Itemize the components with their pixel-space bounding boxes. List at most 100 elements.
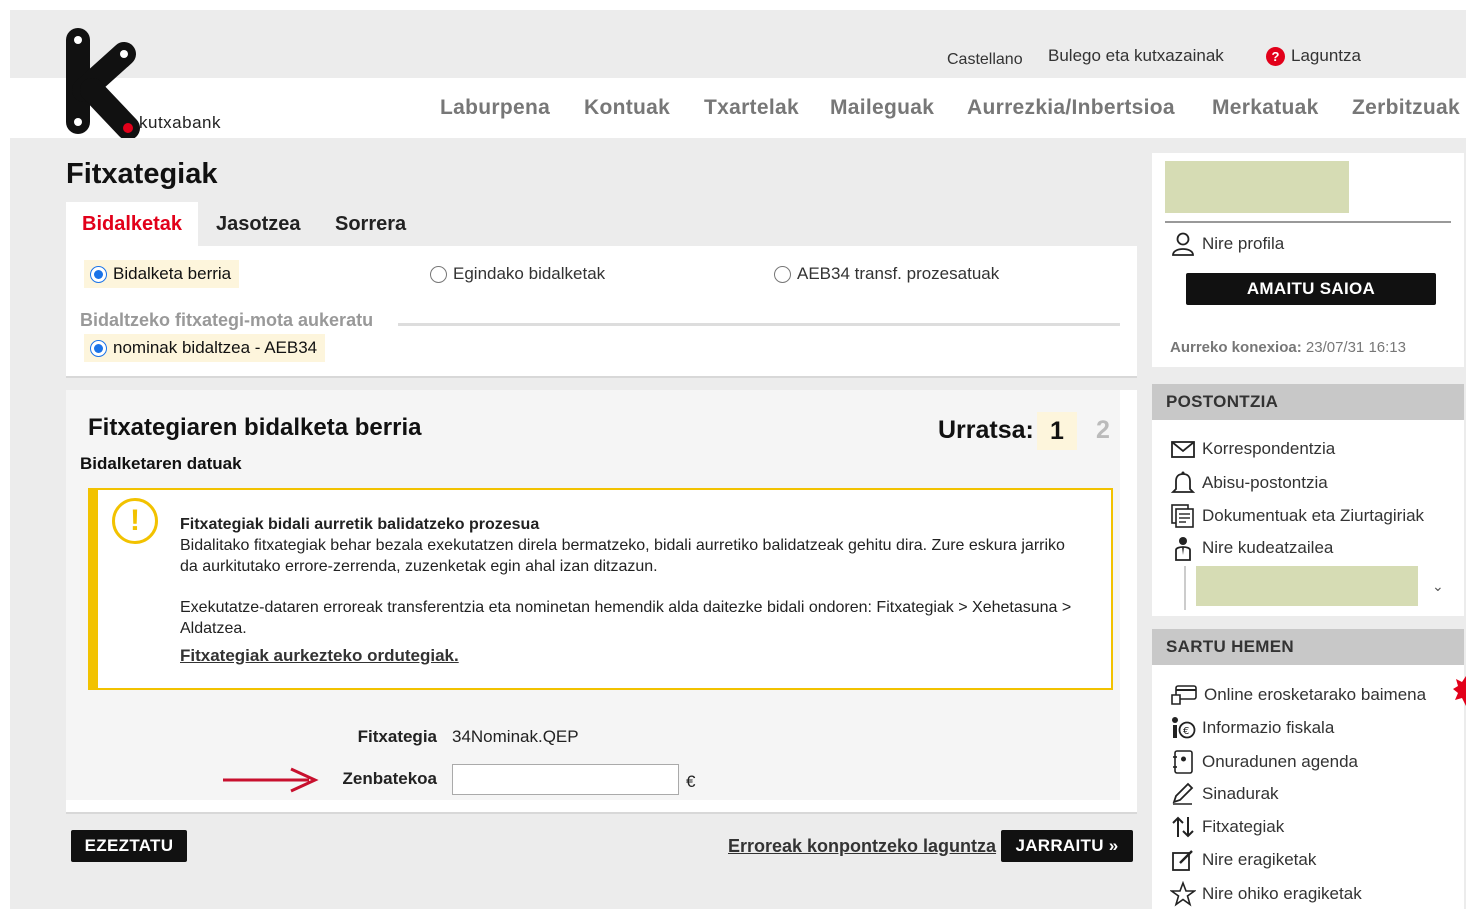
bell-icon <box>1170 471 1196 493</box>
nav-zerbitzuak[interactable]: Zerbitzuak <box>1352 96 1460 120</box>
my-operations-label: Nire eragiketak <box>1202 850 1317 869</box>
nav-merkatuak[interactable]: Merkatuak <box>1212 96 1319 120</box>
frequent-operations-label: Nire ohiko eragiketak <box>1202 884 1362 903</box>
correspondence-link[interactable]: Korrespondentzia <box>1170 438 1335 460</box>
online-shopping-label: Online erosketarako baimena <box>1204 685 1427 704</box>
my-operations-link[interactable]: Nire eragiketak <box>1170 848 1316 872</box>
file-label: Fitxategia <box>357 727 437 746</box>
radio-file-type-aeb34[interactable]: nominak bidaltzea - AEB34 <box>84 334 326 362</box>
send-options-panel: Bidalketa berria Egindako bidalketak AEB… <box>66 246 1137 378</box>
amount-input[interactable] <box>452 764 679 795</box>
enter-here-box: Online erosketarako baimena € Informazio… <box>1152 665 1464 909</box>
currency-symbol: € <box>686 772 696 791</box>
documents-icon <box>1171 504 1194 528</box>
page-title: Fitxategiak <box>66 158 218 190</box>
radio-aeb34-processed[interactable]: AEB34 transf. prozesatuak <box>774 264 999 284</box>
panel-inner: Fitxategiaren bidalketa berria Bidalketa… <box>66 390 1120 800</box>
user-icon <box>1172 232 1194 256</box>
my-profile-link[interactable]: Nire profila <box>1170 231 1284 257</box>
cancel-button[interactable]: EZEZTATU <box>71 830 187 862</box>
enter-here-header: SARTU HEMEN <box>1152 629 1464 665</box>
warning-text-1: Bidalitako fitxategiak behar bezala exek… <box>180 537 1065 575</box>
warning-text-2: Exekutatze-dataren erroreak transferentz… <box>180 599 1072 637</box>
new-badge-icon <box>1453 676 1466 706</box>
profile-box: Nire profila AMAITU SAIOA Aurreko konexi… <box>1152 153 1464 367</box>
amount-label: Zenbatekoa <box>342 769 437 788</box>
transfer-arrows-icon <box>1172 816 1194 838</box>
alerts-mailbox-link[interactable]: Abisu-postontzia <box>1170 470 1328 496</box>
pen-icon <box>1172 782 1194 805</box>
validation-warning-box: ! Fitxategiak bidali aurretik balidatzek… <box>88 488 1113 690</box>
beneficiaries-label: Onuradunen agenda <box>1202 752 1358 771</box>
step-label: Urratsa: <box>938 416 1034 444</box>
divider <box>1184 566 1186 610</box>
tax-info-link[interactable]: € Informazio fiskala <box>1170 716 1334 740</box>
form-title: Fitxategiaren bidalketa berria <box>88 414 422 441</box>
last-connection-label: Aurreko konexioa: <box>1170 339 1302 356</box>
language-link[interactable]: Castellano <box>947 51 1023 69</box>
arrow-right-icon <box>223 767 319 793</box>
star-icon <box>1170 881 1196 907</box>
my-manager-label: Nire kudeatzailea <box>1202 538 1334 557</box>
nav-laburpena[interactable]: Laburpena <box>440 96 550 120</box>
svg-text:€: € <box>1183 726 1189 737</box>
error-help-link[interactable]: Erroreak konpontzeko laguntza <box>728 836 996 857</box>
alerts-mailbox-label: Abisu-postontzia <box>1202 473 1328 492</box>
radio-sent-items[interactable]: Egindako bidalketak <box>430 264 605 284</box>
tax-info-icon: € <box>1172 717 1196 739</box>
form-subtitle: Bidalketaren datuak <box>80 454 242 473</box>
offices-link[interactable]: Bulego eta kutxazainak <box>1048 46 1224 66</box>
documents-link[interactable]: Dokumentuak eta Ziurtagiriak <box>1170 503 1424 529</box>
online-shopping-link[interactable]: Online erosketarako baimena <box>1170 683 1426 707</box>
last-connection-value: 23/07/31 16:13 <box>1305 339 1406 356</box>
step-next: 2 <box>1096 416 1110 444</box>
envelope-icon <box>1171 441 1195 458</box>
help-label: Laguntza <box>1291 46 1361 65</box>
tab-sorrera[interactable]: Sorrera <box>335 202 406 246</box>
signatures-label: Sinadurak <box>1202 784 1279 803</box>
documents-label: Dokumentuak eta Ziurtagiriak <box>1202 506 1425 525</box>
help-icon: ? <box>1266 46 1285 66</box>
correspondence-label: Korrespondentzia <box>1202 439 1336 458</box>
nav-maileguak[interactable]: Maileguak <box>830 96 934 120</box>
files-link[interactable]: Fitxategiak <box>1170 815 1284 839</box>
mailbox-box: Korrespondentzia Abisu-postontzia Dokume… <box>1152 420 1464 616</box>
files-label: Fitxategiak <box>1202 817 1285 836</box>
signatures-link[interactable]: Sinadurak <box>1170 782 1279 806</box>
nav-kontuak[interactable]: Kontuak <box>584 96 670 120</box>
radio-label: Bidalketa berria <box>113 264 232 283</box>
tab-jasotzea[interactable]: Jasotzea <box>216 202 301 246</box>
schedule-link[interactable]: Fitxategiak aurkezteko ordutegiak. <box>180 645 1085 666</box>
tab-bidalketak[interactable]: Bidalketak <box>66 202 199 246</box>
address-book-icon <box>1173 750 1193 774</box>
nav-aurrezkia[interactable]: Aurrezkia/Inbertsioa <box>967 96 1175 120</box>
radio-dot <box>430 265 447 283</box>
continue-button[interactable]: JARRAITU » <box>1001 830 1133 862</box>
chevron-down-icon[interactable]: ⌄ <box>1432 578 1444 595</box>
beneficiaries-link[interactable]: Onuradunen agenda <box>1170 749 1358 775</box>
tax-info-label: Informazio fiskala <box>1202 718 1335 737</box>
logout-button[interactable]: AMAITU SAIOA <box>1186 273 1436 305</box>
brand-name: kutxabank <box>139 113 221 132</box>
card-icon <box>1171 685 1197 705</box>
mailbox-header: POSTONTZIA <box>1152 384 1464 420</box>
file-type-label: Bidaltzeko fitxategi-mota aukeratu <box>80 310 374 330</box>
divider <box>398 323 1120 326</box>
warning-title: Fitxategiak bidali aurretik balidatzeko … <box>180 516 540 533</box>
my-manager-link[interactable]: Nire kudeatzailea <box>1170 535 1333 561</box>
warning-icon: ! <box>112 498 158 544</box>
new-send-panel: Fitxategiaren bidalketa berria Bidalketa… <box>66 390 1137 814</box>
edit-icon <box>1172 850 1193 871</box>
radio-dot <box>774 265 791 283</box>
redacted-manager-name <box>1196 566 1418 606</box>
radio-new-send[interactable]: Bidalketa berria <box>84 260 240 288</box>
last-connection: Aurreko konexioa: 23/07/31 16:13 <box>1170 339 1406 356</box>
step-current: 1 <box>1037 412 1077 450</box>
nav-txartelak[interactable]: Txartelak <box>704 96 799 120</box>
radio-label: AEB34 transf. prozesatuak <box>797 264 1000 283</box>
radio-label: nominak bidaltzea - AEB34 <box>113 338 318 357</box>
frequent-operations-link[interactable]: Nire ohiko eragiketak <box>1170 881 1362 907</box>
radio-dot <box>90 265 107 283</box>
divider <box>1165 221 1451 223</box>
help-link[interactable]: ? Laguntza <box>1266 46 1361 66</box>
